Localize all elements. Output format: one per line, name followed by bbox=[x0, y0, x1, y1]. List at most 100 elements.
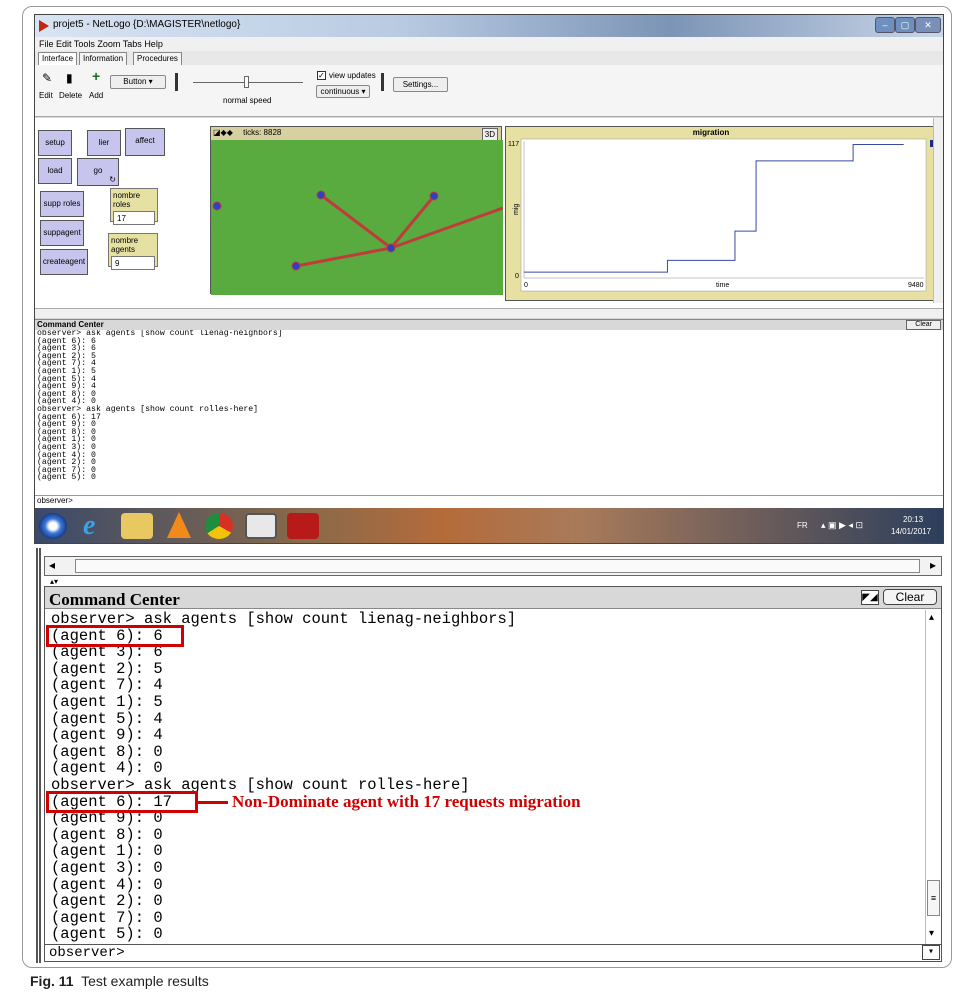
view-controls-icon[interactable]: ◪◆◆ bbox=[213, 128, 233, 137]
y-tick-label: 117 bbox=[508, 141, 519, 148]
tab-procedures[interactable]: Procedures bbox=[133, 52, 182, 65]
windows-taskbar: e FR ▴ ▣ ▶ ◂ ⊡ 20:13 14/01/2017 bbox=[35, 508, 943, 543]
y-tick-label: 0 bbox=[515, 273, 519, 280]
setup-button[interactable]: setup bbox=[38, 130, 72, 156]
affect-button[interactable]: affect bbox=[125, 128, 165, 156]
menu-help[interactable]: Help bbox=[144, 39, 163, 49]
update-mode-value: continuous bbox=[320, 87, 360, 96]
caption-text: Test example results bbox=[81, 973, 209, 989]
agent bbox=[316, 190, 326, 200]
command-output-zoomed: observer> ask agents [show count lienag-… bbox=[51, 610, 517, 944]
start-button-icon[interactable] bbox=[39, 513, 67, 539]
widget-type-select[interactable]: Button ▾ bbox=[110, 75, 166, 89]
speed-slider-handle[interactable] bbox=[244, 76, 249, 88]
suppagent-button[interactable]: suppagent bbox=[40, 220, 84, 246]
netlogo-taskbar-icon[interactable] bbox=[245, 513, 277, 539]
view-updates-checkbox[interactable]: ✓ bbox=[317, 71, 326, 80]
input-dropdown-icon[interactable]: ▾ bbox=[922, 945, 940, 960]
edit-icon[interactable]: ✎ bbox=[42, 71, 52, 85]
menu-file[interactable]: File bbox=[39, 39, 54, 49]
nombre-agents-value: 9 bbox=[111, 256, 155, 270]
command-output: observer> ask agents [show count lienag-… bbox=[37, 329, 283, 483]
update-mode-select[interactable]: continuous ▾ bbox=[316, 85, 370, 98]
ie-icon[interactable]: e bbox=[83, 510, 95, 542]
zoom-left-border bbox=[36, 548, 41, 963]
separator bbox=[175, 73, 178, 91]
agent bbox=[429, 191, 439, 201]
menu-edit[interactable]: Edit bbox=[56, 39, 72, 49]
title-bar: projet5 - NetLogo {D:\MAGISTER\netlogo} … bbox=[35, 15, 943, 37]
tray-icons[interactable]: ▴ ▣ ▶ ◂ ⊡ bbox=[821, 520, 863, 531]
explorer-icon[interactable] bbox=[121, 513, 153, 539]
clock-date: 14/01/2017 bbox=[891, 527, 932, 536]
x-tick-label: 0 bbox=[524, 282, 528, 289]
minimize-button[interactable]: – bbox=[875, 17, 895, 33]
menu-tools[interactable]: Tools bbox=[74, 39, 95, 49]
highlight-box bbox=[46, 791, 198, 813]
add-icon[interactable]: + bbox=[92, 68, 100, 84]
scroll-thumb-v[interactable]: ≡ bbox=[927, 880, 940, 916]
expand-icon[interactable]: ◤◢ bbox=[861, 590, 879, 605]
load-button[interactable]: load bbox=[38, 158, 72, 184]
scroll-thumb[interactable] bbox=[75, 559, 920, 573]
delete-icon[interactable]: ▮ bbox=[66, 71, 73, 85]
edit-button[interactable]: Edit bbox=[39, 91, 53, 100]
go-button[interactable]: go ↻ bbox=[77, 158, 119, 186]
view-header: ◪◆◆ ticks: 8828 3D bbox=[211, 127, 501, 142]
plot-canvas: 117 0 0 9480 time mig mig bbox=[508, 138, 943, 292]
supp-roles-button[interactable]: supp roles bbox=[40, 191, 84, 217]
scroll-up-icon[interactable]: ▴ bbox=[929, 612, 934, 623]
menu-bar: File Edit Tools Zoom Tabs Help bbox=[35, 37, 943, 51]
clear-button-small[interactable]: Clear bbox=[906, 320, 941, 330]
menu-zoom[interactable]: Zoom bbox=[97, 39, 120, 49]
command-center-title-zoomed: Command Center bbox=[49, 590, 180, 609]
close-button[interactable]: ✕ bbox=[915, 17, 941, 33]
zoom-vscrollbar[interactable]: ▴ ≡ ▾ bbox=[925, 610, 941, 945]
command-input-zoomed[interactable]: observer> ▾ bbox=[44, 944, 942, 962]
language-indicator[interactable]: FR bbox=[797, 521, 808, 530]
interface-hscrollbar[interactable] bbox=[35, 308, 943, 318]
annotation-text: Non-Dominate agent with 17 requests migr… bbox=[232, 792, 581, 811]
nombre-roles-monitor: nombre roles 17 bbox=[110, 188, 158, 225]
vlc-icon[interactable] bbox=[167, 512, 191, 538]
y-axis-label: mig bbox=[513, 204, 520, 215]
toolbar: ✎ Edit ▮ Delete + Add Button ▾ normal sp… bbox=[35, 65, 943, 117]
zoomed-command-center: ◂ ▸ ▴▾ Command Center ◤◢ Clear observer>… bbox=[34, 548, 944, 963]
settings-button[interactable]: Settings... bbox=[393, 77, 448, 92]
scroll-left-icon[interactable]: ◂ bbox=[49, 558, 55, 572]
nombre-agents-monitor: nombre agents 9 bbox=[108, 233, 158, 270]
highlight-box bbox=[46, 625, 184, 647]
createagent-button[interactable]: createagent bbox=[40, 249, 88, 275]
zoom-hscrollbar[interactable]: ◂ ▸ bbox=[44, 556, 942, 576]
delete-button[interactable]: Delete bbox=[59, 91, 82, 100]
tab-information[interactable]: Information bbox=[79, 52, 128, 65]
menu-tabs[interactable]: Tabs bbox=[123, 39, 142, 49]
scroll-down-icon[interactable]: ▾ bbox=[929, 928, 934, 939]
clock-time: 20:13 bbox=[903, 515, 924, 524]
command-input-small[interactable]: observer> bbox=[35, 495, 943, 505]
scroll-right-icon[interactable]: ▸ bbox=[930, 558, 936, 572]
maximize-button[interactable]: ▢ bbox=[895, 17, 915, 33]
clear-button[interactable]: Clear bbox=[883, 589, 937, 605]
x-axis-label: time bbox=[716, 282, 729, 289]
interface-panel: setup lier affect load go ↻ supp roles n… bbox=[35, 118, 943, 308]
chrome-icon[interactable] bbox=[205, 513, 233, 539]
window-title: projet5 - NetLogo {D:\MAGISTER\netlogo} bbox=[53, 19, 241, 30]
go-label: go bbox=[93, 166, 103, 175]
netlogo-logo-icon bbox=[39, 20, 49, 32]
split-handle-icon[interactable]: ▴▾ bbox=[50, 577, 58, 586]
view-updates-label: view updates bbox=[329, 71, 376, 80]
agent bbox=[291, 261, 301, 271]
world-view[interactable]: ◪◆◆ ticks: 8828 3D bbox=[210, 126, 503, 295]
speed-label: normal speed bbox=[223, 96, 272, 105]
add-button[interactable]: Add bbox=[89, 91, 103, 100]
nombre-agents-label: nombre agents bbox=[111, 236, 139, 254]
acrobat-icon[interactable] bbox=[287, 513, 319, 539]
netlogo-window: projet5 - NetLogo {D:\MAGISTER\netlogo} … bbox=[34, 14, 944, 544]
separator bbox=[381, 73, 384, 91]
vertical-scrollbar[interactable] bbox=[933, 118, 943, 303]
agent bbox=[386, 243, 396, 253]
lier-button[interactable]: lier bbox=[87, 130, 121, 156]
tab-interface[interactable]: Interface bbox=[38, 52, 78, 65]
caption-label: Fig. 11 bbox=[30, 973, 74, 989]
